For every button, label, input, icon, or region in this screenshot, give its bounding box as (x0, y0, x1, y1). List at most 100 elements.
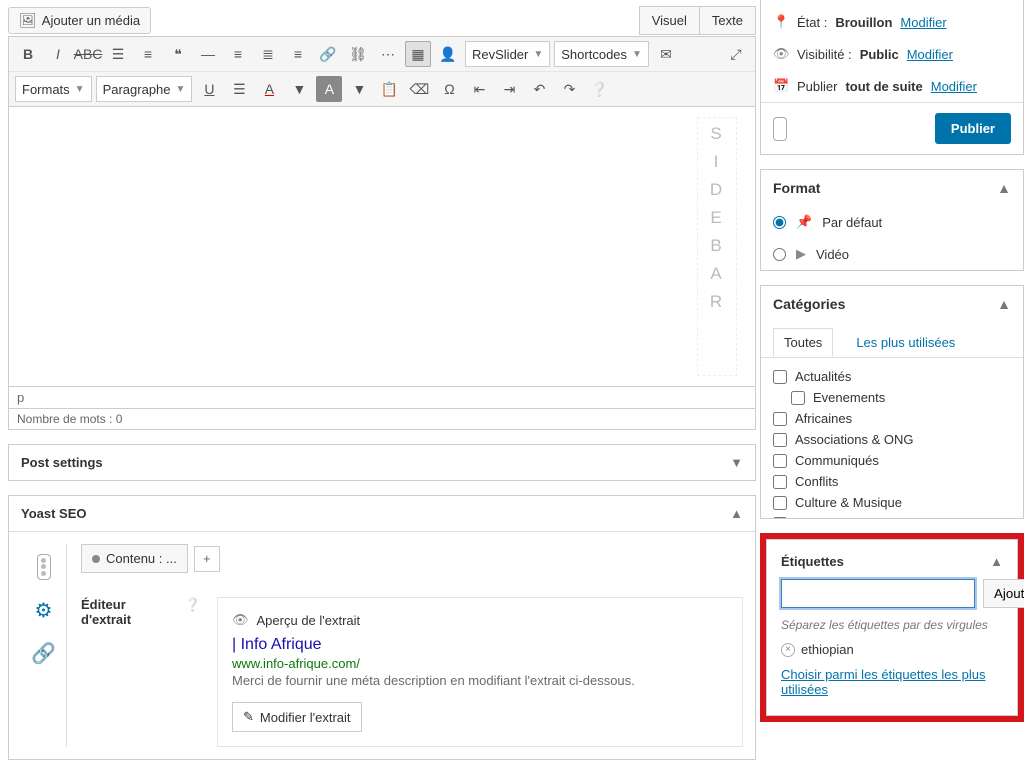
cat-checkbox[interactable] (773, 412, 787, 426)
text-color-button[interactable]: A (256, 76, 282, 102)
align-right-button[interactable]: ≡ (285, 41, 311, 67)
cat-tab-most[interactable]: Les plus utilisées (845, 328, 966, 357)
snippet-url[interactable]: www.info-afrique.com/ (232, 656, 728, 671)
tags-toggle[interactable]: Étiquettes ▲ (781, 554, 1003, 579)
add-media-button[interactable]: 🖼 Ajouter un média (8, 7, 151, 34)
cat-checkbox[interactable] (791, 391, 805, 405)
snippet-desc[interactable]: Merci de fournir une méta description en… (232, 673, 728, 688)
hr-button[interactable]: — (195, 41, 221, 67)
bg-color-button[interactable]: A (316, 76, 342, 102)
outdent-button[interactable]: ⇤ (466, 76, 492, 102)
editor-canvas[interactable]: SIDEBAR (8, 107, 756, 387)
align-center-button[interactable]: ≣ (255, 41, 281, 67)
paste-text-button[interactable]: 📋 (376, 76, 402, 102)
special-char-button[interactable]: Ω (436, 76, 462, 102)
tags-add-button[interactable]: Ajouter (983, 579, 1024, 608)
edit-state-link[interactable]: Modifier (900, 15, 946, 30)
format-toggle[interactable]: Format ▲ (761, 170, 1023, 206)
content-pill[interactable]: Contenu : ... (81, 544, 188, 573)
cat-label: Culture & Musique (795, 495, 902, 510)
more-button[interactable]: ⋯ (375, 41, 401, 67)
ol-button[interactable]: ≡ (135, 41, 161, 67)
chevron-down-icon: ▼ (730, 455, 743, 470)
post-settings-toggle[interactable]: Post settings ▼ (9, 445, 755, 480)
shortcodes-label: Shortcodes (561, 47, 627, 62)
bg-color-picker[interactable]: ▼ (346, 76, 372, 102)
clear-format-button[interactable]: ⌫ (406, 76, 432, 102)
italic-button[interactable]: I (45, 41, 71, 67)
gear-icon[interactable]: ⚙ (35, 598, 53, 623)
justify-button[interactable]: ☰ (226, 76, 252, 102)
quote-button[interactable]: ❝ (165, 41, 191, 67)
edit-snippet-button[interactable]: ✎ Modifier l'extrait (232, 702, 362, 732)
word-count: Nombre de mots : 0 (8, 409, 756, 430)
chevron-up-icon: ▲ (997, 180, 1011, 196)
underline-button[interactable]: U (196, 76, 222, 102)
redo-button[interactable]: ↷ (556, 76, 582, 102)
paragraph-select[interactable]: Paragraphe ▼ (96, 76, 193, 102)
cat-label: Actualités (795, 369, 851, 384)
cat-label: Africaines (795, 411, 852, 426)
tags-hint: Séparez les étiquettes par des virgules (781, 618, 1003, 632)
yoast-title: Yoast SEO (21, 506, 87, 521)
strike-button[interactable]: ABC (75, 41, 101, 67)
schedule-value: tout de suite (845, 79, 922, 94)
choose-popular-tags-link[interactable]: Choisir parmi les étiquettes les plus ut… (781, 667, 985, 697)
cat-checkbox[interactable] (773, 517, 787, 519)
add-keyword-button[interactable]: + (194, 546, 220, 572)
seo-traffic-light-icon[interactable] (773, 117, 787, 141)
text-color-picker[interactable]: ▼ (286, 76, 312, 102)
cat-checkbox[interactable] (773, 475, 787, 489)
eye-icon: 👁 (232, 612, 249, 628)
categories-toggle[interactable]: Catégories ▲ (761, 286, 1023, 322)
indent-button[interactable]: ⇥ (496, 76, 522, 102)
element-path[interactable]: p (8, 387, 756, 409)
share-icon[interactable]: 🔗 (31, 641, 56, 666)
seo-traffic-light-icon[interactable] (37, 554, 51, 580)
fullscreen-button[interactable]: ⤢ (723, 41, 749, 67)
link-button[interactable]: 🔗 (315, 41, 341, 67)
chevron-down-icon: ▼ (176, 84, 186, 95)
format-video-radio[interactable] (773, 248, 786, 261)
tab-text[interactable]: Texte (700, 6, 756, 35)
edit-visibility-link[interactable]: Modifier (907, 47, 953, 62)
cat-label: Divers (795, 516, 832, 518)
tags-input[interactable] (781, 579, 975, 608)
yoast-toggle[interactable]: Yoast SEO ▲ (9, 496, 755, 531)
edit-snippet-label: Modifier l'extrait (260, 710, 351, 725)
remove-tag-button[interactable]: × (781, 643, 795, 657)
pencil-icon: ✎ (243, 709, 254, 725)
snippet-title[interactable]: | Info Afrique (232, 636, 728, 654)
help-icon[interactable]: ❔ (185, 597, 201, 613)
cat-checkbox[interactable] (773, 433, 787, 447)
undo-button[interactable]: ↶ (526, 76, 552, 102)
chevron-down-icon: ▼ (75, 84, 85, 95)
unlink-button[interactable]: ⛓ (345, 41, 371, 67)
cat-checkbox[interactable] (773, 370, 787, 384)
envelope-icon[interactable]: ✉ (653, 41, 679, 67)
tab-visual[interactable]: Visuel (639, 6, 700, 35)
custom-icon-button[interactable]: 👤 (435, 41, 461, 67)
formats-select[interactable]: Formats ▼ (15, 76, 92, 102)
revslider-select[interactable]: RevSlider ▼ (465, 41, 550, 67)
shortcodes-select[interactable]: Shortcodes ▼ (554, 41, 649, 67)
publish-button[interactable]: Publier (935, 113, 1011, 144)
post-settings-title: Post settings (21, 455, 103, 470)
edit-schedule-link[interactable]: Modifier (931, 79, 977, 94)
tags-title: Étiquettes (781, 554, 844, 569)
bold-button[interactable]: B (15, 41, 41, 67)
cat-checkbox[interactable] (773, 454, 787, 468)
format-video-label: Vidéo (816, 247, 849, 262)
cat-checkbox[interactable] (773, 496, 787, 510)
help-button[interactable]: ❔ (586, 76, 612, 102)
format-default-radio[interactable] (773, 216, 786, 229)
cat-tab-all[interactable]: Toutes (773, 328, 833, 357)
pin-icon: 📌 (796, 214, 812, 230)
state-label: État : (797, 15, 827, 30)
cat-label: Evenements (813, 390, 885, 405)
chevron-up-icon: ▲ (990, 554, 1003, 569)
toolbar-toggle-button[interactable]: ▦ (405, 41, 431, 67)
align-left-button[interactable]: ≡ (225, 41, 251, 67)
ul-button[interactable]: ☰ (105, 41, 131, 67)
format-default-label: Par défaut (822, 215, 882, 230)
